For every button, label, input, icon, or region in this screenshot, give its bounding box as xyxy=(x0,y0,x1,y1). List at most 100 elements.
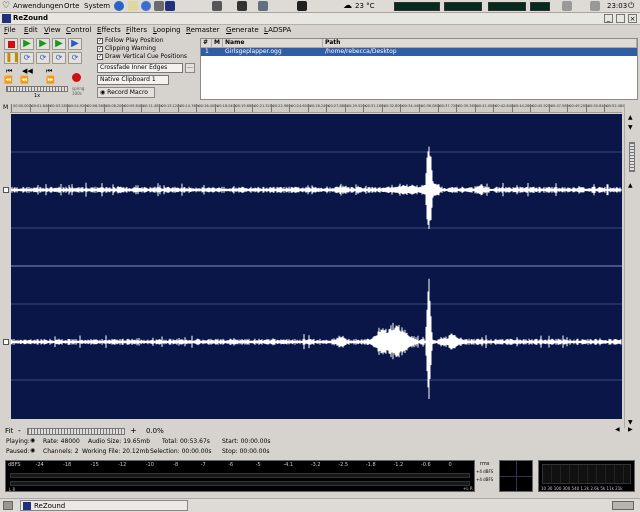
browser-icon[interactable] xyxy=(114,1,124,11)
menu-effects[interactable]: Effects xyxy=(97,26,121,34)
jump-start-icon[interactable]: ⏮ xyxy=(6,67,12,76)
zoom-down-icon[interactable]: ▼ xyxy=(628,124,633,131)
meter-scale-label: -1.8 xyxy=(365,462,376,468)
file-row[interactable]: 1 Girlsgeplapper.ogg /home/rebecca/Deskt… xyxy=(201,48,637,56)
load-graph xyxy=(530,2,550,11)
file-number: 1 xyxy=(205,48,209,55)
time-ruler[interactable]: 00:00.000s 00:01.640s 00:03.280s 00:04.920s… xyxy=(10,104,626,113)
power-icon[interactable]: ⏻ xyxy=(628,1,634,11)
pause-button[interactable]: ❚❚ xyxy=(4,52,20,64)
shuttle-button[interactable]: ⟳ xyxy=(68,52,82,64)
menu-applications[interactable]: Anwendungen xyxy=(13,2,63,10)
meter-rms-label: rms xyxy=(480,461,490,467)
col-number[interactable]: # xyxy=(201,39,212,48)
vertical-cue-checkbox[interactable]: ✓ xyxy=(97,54,103,60)
clipping-checkbox[interactable]: ✓ xyxy=(97,46,103,52)
playing-indicator-icon: ◉ xyxy=(30,437,36,444)
menu-file[interactable]: File xyxy=(4,26,16,34)
menu-filters[interactable]: Filters xyxy=(126,26,147,34)
launcher-icon[interactable] xyxy=(154,1,164,11)
menu-generate[interactable]: Generate xyxy=(226,26,259,34)
show-desktop-icon[interactable] xyxy=(3,501,13,510)
help-icon[interactable] xyxy=(141,1,151,11)
maximize-button[interactable] xyxy=(616,14,625,23)
clipping-label: Clipping Warning xyxy=(105,45,156,52)
play-loop-gap-button[interactable]: ▶ xyxy=(68,38,82,50)
follow-play-checkbox[interactable]: ✓ xyxy=(97,38,103,44)
fit-button[interactable]: Fit xyxy=(5,427,13,435)
vertical-cue-label: Draw Vertical Cue Positions xyxy=(105,53,188,60)
vertical-zoom-slider[interactable] xyxy=(629,142,635,172)
col-modified[interactable]: M xyxy=(212,39,223,48)
meter-scale-label: -0.6 xyxy=(420,462,431,468)
weather-temp: 23 °C xyxy=(355,2,375,10)
workspace-switcher-icon[interactable] xyxy=(612,501,634,510)
waveform-view[interactable] xyxy=(11,114,622,419)
menu-edit[interactable]: Edit xyxy=(24,26,38,34)
record-button[interactable] xyxy=(72,73,81,82)
channel-1-marker[interactable] xyxy=(3,187,9,193)
meter-scale-label: 0 xyxy=(448,462,452,468)
vscroll-up-icon[interactable]: ▲ xyxy=(628,182,633,189)
loop-gap-button[interactable]: ⟳ xyxy=(52,52,66,64)
meter-scale-label: -2.5 xyxy=(338,462,349,468)
window-icon-small xyxy=(2,14,11,23)
play-all-button[interactable]: ▶ xyxy=(20,38,34,50)
close-button[interactable]: × xyxy=(628,14,637,23)
terminal-icon[interactable] xyxy=(237,1,247,11)
minimize-button[interactable]: _ xyxy=(604,14,613,23)
foot-menu-icon[interactable]: ♡ xyxy=(2,1,10,11)
crossfade-select[interactable]: Crossfade Inner Edges xyxy=(97,63,183,73)
window-icon[interactable] xyxy=(297,1,307,11)
horizontal-zoom-slider[interactable] xyxy=(27,428,125,435)
meter-scale-label: dBFS xyxy=(8,462,21,468)
menu-places[interactable]: Orte xyxy=(64,2,79,10)
more-button[interactable]: ... xyxy=(185,63,195,73)
notification-icon[interactable] xyxy=(562,1,572,11)
col-path[interactable]: Path xyxy=(323,39,637,48)
rewind-icon[interactable]: ⏪ xyxy=(4,76,13,84)
ruler-tick-label: 00:52.480s xyxy=(604,104,626,112)
taskbar-window-button[interactable]: ReZound xyxy=(20,500,188,511)
hscroll-left-icon[interactable]: ◀ xyxy=(615,426,620,433)
zoom-in-button[interactable]: + xyxy=(130,426,137,435)
meter-scale-label: -1.2 xyxy=(393,462,404,468)
zoom-up-icon[interactable]: ▲ xyxy=(628,114,633,121)
zoom-out-button[interactable]: - xyxy=(18,426,21,435)
meter-lr-right: +L R xyxy=(463,486,473,491)
menu-ladspa[interactable]: LADSPA xyxy=(264,26,291,34)
monitor-icon[interactable] xyxy=(212,1,222,11)
ruler-marker: M xyxy=(3,104,9,111)
loop-play-button[interactable]: ⟳ xyxy=(20,52,34,64)
loop-selection-button[interactable]: ⟳ xyxy=(36,52,50,64)
vertical-zoom-bar[interactable]: ▲ ▼ ▲ ▼ xyxy=(624,104,638,428)
meter-scale-label: -3.2 xyxy=(310,462,321,468)
menu-control[interactable]: Control xyxy=(66,26,91,34)
fast-forward-icon[interactable]: ⏩ xyxy=(46,76,55,84)
rate: Rate: 48000 xyxy=(43,438,80,445)
channel-2-marker[interactable] xyxy=(3,339,9,345)
jump-prev-icon[interactable]: ◀◀ xyxy=(22,67,33,75)
rezound-launcher-icon[interactable] xyxy=(165,1,175,11)
menu-looping[interactable]: Looping xyxy=(153,26,181,34)
menu-view[interactable]: View xyxy=(44,26,61,34)
stop-record-button[interactable] xyxy=(4,38,18,50)
clock[interactable]: 23:03 xyxy=(607,2,627,10)
record-macro-button[interactable]: ◉ Record Macro xyxy=(97,87,155,98)
hscroll-right-icon[interactable]: ▶ xyxy=(628,426,633,433)
shuttle-label-left: 1x xyxy=(34,93,41,99)
clipboard-select[interactable]: Native Clipboard 1 xyxy=(97,75,169,85)
stop-time: Stop: 00:00.00s xyxy=(222,448,270,455)
network-icon[interactable] xyxy=(258,1,268,11)
level-meter: dBFS -24 -18 -15 -12 -10 -8 -7 -6 -5 -4.1 -3.2 -2.5 -… xyxy=(5,460,489,492)
jump-cue-icon[interactable]: ⏮ xyxy=(46,67,52,76)
volume-icon[interactable] xyxy=(590,1,600,11)
email-icon[interactable] xyxy=(128,1,138,11)
shuttle-slider[interactable] xyxy=(6,86,68,92)
menu-remaster[interactable]: Remaster xyxy=(186,26,220,34)
play-loop-button[interactable]: ▶ xyxy=(52,38,66,50)
col-name[interactable]: Name xyxy=(223,39,323,48)
menu-system[interactable]: System xyxy=(84,2,110,10)
play-selection-button[interactable]: ▶ xyxy=(36,38,50,50)
rewind2-icon[interactable]: ⏪ xyxy=(20,76,29,84)
